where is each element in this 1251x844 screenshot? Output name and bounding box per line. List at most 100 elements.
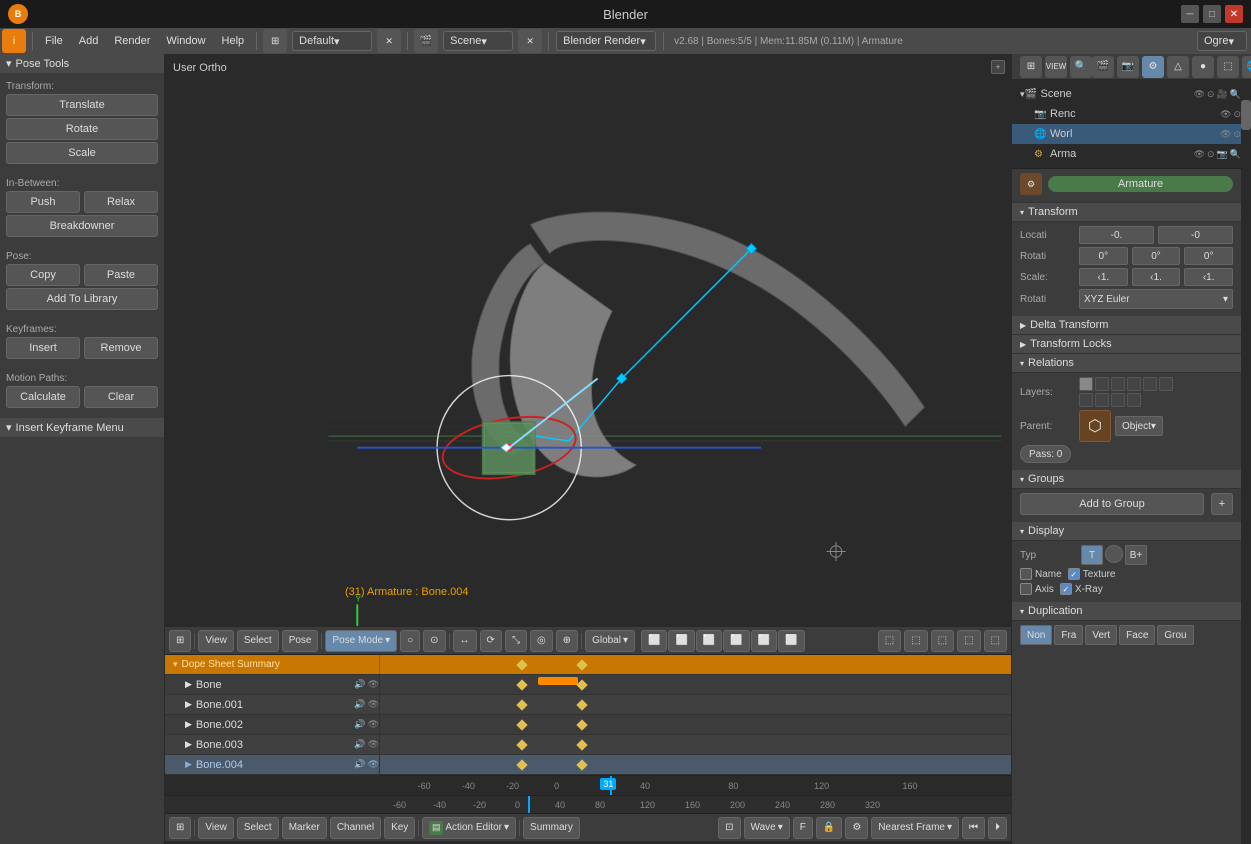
ds-summary-timeline[interactable] <box>380 655 1011 674</box>
display-section-header[interactable]: ▾ Display <box>1012 522 1241 541</box>
layout-icon[interactable]: ⊞ <box>263 29 287 53</box>
maximize-button[interactable]: □ <box>1203 5 1221 23</box>
ds-channel-btn[interactable]: Channel <box>330 817 381 839</box>
layer-1[interactable] <box>1079 377 1093 391</box>
layer-8[interactable] <box>1095 393 1109 407</box>
rot-y[interactable]: 0° <box>1132 247 1181 265</box>
vp-view-btn[interactable]: View <box>198 630 234 652</box>
vp-transform-5[interactable]: ⊕ <box>556 630 578 652</box>
scale-button[interactable]: Scale <box>6 142 158 164</box>
push-button[interactable]: Push <box>6 191 80 213</box>
rot-x[interactable]: 0° <box>1079 247 1128 265</box>
layer-7[interactable] <box>1079 393 1093 407</box>
viewport[interactable]: User Ortho <box>165 54 1011 626</box>
timeline-ruler-full[interactable]: -60 -40 -20 0 40 80 120 160 200 240 280 … <box>165 795 1011 813</box>
engine-dropdown[interactable]: Blender Render ▾ <box>556 31 656 51</box>
remove-button[interactable]: Remove <box>84 337 158 359</box>
pass-btn[interactable]: Pass: 0 <box>1020 445 1071 463</box>
rotmode-dropdown[interactable]: XYZ Euler ▾ <box>1079 289 1233 309</box>
arma-icon-b[interactable]: ⊙ <box>1207 149 1215 160</box>
info-icon[interactable]: i <box>2 29 26 53</box>
bone002-vis[interactable]: 👁 <box>368 719 379 730</box>
renc-icon-b[interactable]: ⊙ <box>1233 109 1241 120</box>
bone004-vis[interactable]: 👁 <box>368 759 379 770</box>
minimize-button[interactable]: ─ <box>1181 5 1199 23</box>
bone-spk-icon[interactable]: 🔊 <box>354 679 365 690</box>
scale-y[interactable]: ‹1. <box>1132 268 1181 286</box>
ds-editor-dropdown[interactable]: ▤ Action Editor ▾ <box>422 817 516 839</box>
ds-select-btn[interactable]: Select <box>237 817 279 839</box>
bone002-caret[interactable]: ▶ <box>185 719 192 730</box>
bone003-spk[interactable]: 🔊 <box>354 739 365 750</box>
scene-icon-d[interactable]: 🔍 <box>1230 89 1241 100</box>
ds-settings-btn[interactable]: ⚙ <box>845 817 868 839</box>
scene-dropdown[interactable]: Scene ▾ <box>443 31 513 51</box>
scene-icon-a[interactable]: 👁 <box>1194 89 1205 100</box>
prop-type-tex[interactable]: ⬚ <box>1217 56 1239 78</box>
menu-help[interactable]: Help <box>214 28 253 54</box>
ds-summary-btn[interactable]: Summary <box>523 817 580 839</box>
paste-button[interactable]: Paste <box>84 264 158 286</box>
prop-type-render[interactable]: 📷 <box>1117 56 1139 78</box>
calculate-button[interactable]: Calculate <box>6 386 80 408</box>
insert-button[interactable]: Insert <box>6 337 80 359</box>
dup-non-btn[interactable]: Non <box>1020 625 1052 645</box>
vp-icon-e[interactable]: ⬜ <box>751 630 777 652</box>
vp-transform-2[interactable]: ⟳ <box>480 630 502 652</box>
type-b-btn[interactable]: B+ <box>1125 545 1147 565</box>
ds-nearest-frame-dropdown[interactable]: Nearest Frame ▾ <box>871 817 959 839</box>
viewport-expand-button[interactable]: + <box>991 60 1005 74</box>
ds-marker-btn[interactable]: Marker <box>282 817 327 839</box>
worl-icon-a[interactable]: 👁 <box>1220 129 1231 140</box>
icon-btn-x[interactable]: ✕ <box>377 29 401 53</box>
layer-3[interactable] <box>1111 377 1125 391</box>
ds-key-btn[interactable]: Key <box>384 817 415 839</box>
vp-mode-icon2[interactable]: ⊙ <box>423 630 445 652</box>
ds-frame-btn[interactable]: F <box>793 817 813 839</box>
vp-transform-4[interactable]: ◎ <box>530 630 553 652</box>
scale-x[interactable]: ‹1. <box>1079 268 1128 286</box>
delta-transform-header[interactable]: ▶ Delta Transform <box>1012 316 1241 335</box>
props-icon-1[interactable]: ⊞ <box>1020 56 1042 78</box>
type-t-btn[interactable]: T <box>1081 545 1103 565</box>
groups-section-header[interactable]: ▾ Groups <box>1012 470 1241 489</box>
vp-icon-right-5[interactable]: ⬚ <box>984 630 1007 652</box>
pose-mode-dropdown[interactable]: Pose Mode ▾ <box>325 630 397 652</box>
right-scrollbar[interactable] <box>1241 80 1251 844</box>
axis-checkbox[interactable] <box>1020 583 1032 595</box>
scene-icon[interactable]: 🎬 <box>414 29 438 53</box>
ds-view-btn[interactable]: View <box>198 817 234 839</box>
name-checkbox[interactable] <box>1020 568 1032 580</box>
bone004-caret[interactable]: ▶ <box>185 759 192 770</box>
ds-lock-btn[interactable]: 🔒 <box>816 817 842 839</box>
menu-file[interactable]: File <box>37 28 71 54</box>
arma-icon-a[interactable]: 👁 <box>1194 149 1205 160</box>
global-dropdown[interactable]: Global ▾ <box>585 630 635 652</box>
prop-type-object[interactable]: ⚙ <box>1142 56 1164 78</box>
scene-x-btn[interactable]: ✕ <box>518 29 542 53</box>
prop-type-scene[interactable]: 🎬 <box>1092 56 1114 78</box>
tree-renc[interactable]: 📷 Renc 👁 ⊙ <box>1012 104 1241 124</box>
add-to-library-button[interactable]: Add To Library <box>6 288 158 310</box>
layer-4[interactable] <box>1127 377 1141 391</box>
dup-grou-btn[interactable]: Grou <box>1157 625 1193 645</box>
layer-5[interactable] <box>1143 377 1157 391</box>
dup-vert-btn[interactable]: Vert <box>1085 625 1117 645</box>
bone001-vis[interactable]: 👁 <box>368 699 379 710</box>
texture-checkbox[interactable] <box>1068 568 1080 580</box>
clear-button[interactable]: Clear <box>84 386 158 408</box>
vp-icon-right-2[interactable]: ⬚ <box>904 630 927 652</box>
duplication-section-header[interactable]: ▾ Duplication <box>1012 602 1241 621</box>
tree-scene[interactable]: ▾ 🎬 Scene 👁 ⊙ 🎥 🔍 <box>1012 84 1241 104</box>
layer-10[interactable] <box>1127 393 1141 407</box>
relations-section-header[interactable]: ▾ Relations <box>1012 354 1241 373</box>
ds-playback-2[interactable]: ⏵ <box>988 817 1007 839</box>
vp-icon-btn[interactable]: ⊞ <box>169 630 191 652</box>
layer-2[interactable] <box>1095 377 1109 391</box>
copy-button[interactable]: Copy <box>6 264 80 286</box>
transform-locks-header[interactable]: ▶ Transform Locks <box>1012 335 1241 354</box>
vp-select-btn[interactable]: Select <box>237 630 279 652</box>
rot-z[interactable]: 0° <box>1184 247 1233 265</box>
menu-add[interactable]: Add <box>71 28 107 54</box>
add-group-plus-btn[interactable]: + <box>1211 493 1233 515</box>
